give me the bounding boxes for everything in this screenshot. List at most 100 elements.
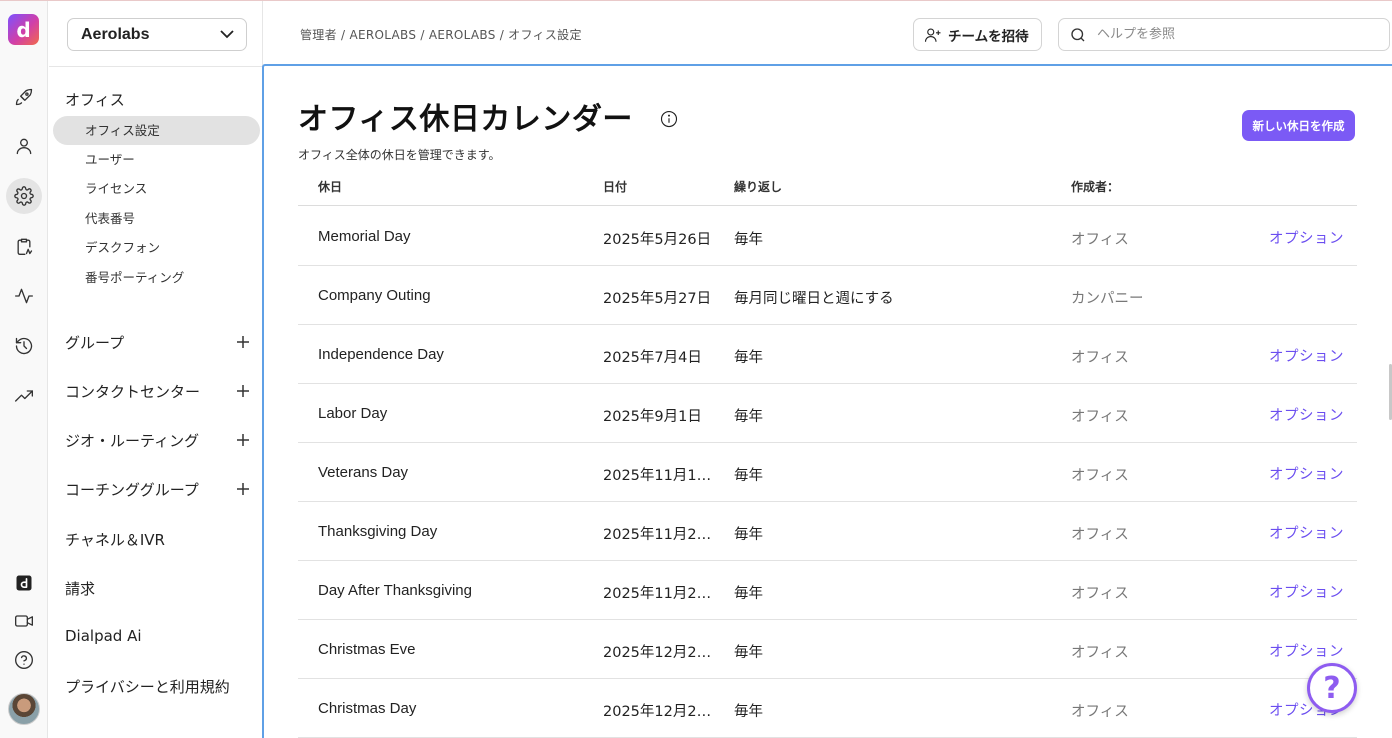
options-link[interactable]: オプション bbox=[1269, 227, 1344, 248]
org-select-value: Aerolabs bbox=[81, 25, 150, 43]
video-icon[interactable] bbox=[6, 603, 42, 639]
holiday-name: Day After Thanksgiving bbox=[318, 582, 472, 599]
sidebar: Aerolabs オフィス オフィス設定 ユーザー ライセンス 代表番号 デスク… bbox=[49, 1, 263, 738]
holiday-repeat: 毎年 bbox=[734, 409, 763, 425]
column-header-repeat[interactable]: 繰り返し bbox=[734, 178, 782, 195]
options-link[interactable]: オプション bbox=[1269, 345, 1344, 366]
holiday-date: 2025年11月28日 bbox=[603, 586, 719, 602]
holiday-repeat: 毎年 bbox=[734, 468, 763, 484]
sidebar-scroll-fade bbox=[109, 297, 189, 305]
holiday-date: 2025年7月4日 bbox=[603, 350, 702, 366]
sidebar-item-main-number[interactable]: 代表番号 bbox=[53, 204, 260, 233]
options-link[interactable]: オプション bbox=[1269, 522, 1344, 543]
holiday-date: 2025年9月1日 bbox=[603, 409, 702, 425]
help-search-input[interactable] bbox=[1097, 27, 1357, 42]
sidebar-section-contact-center[interactable]: コンタクトセンター bbox=[65, 381, 200, 402]
gear-icon[interactable] bbox=[6, 178, 42, 214]
holiday-created-by: オフィス bbox=[1071, 586, 1129, 602]
holiday-name: Labor Day bbox=[318, 405, 388, 422]
sidebar-section-billing[interactable]: 請求 bbox=[65, 578, 95, 599]
holiday-name: Thanksgiving Day bbox=[318, 523, 438, 540]
options-link[interactable]: オプション bbox=[1269, 463, 1344, 484]
holiday-repeat: 毎年 bbox=[734, 350, 763, 366]
table-row[interactable]: Veterans Day 2025年11月11日 毎年 オフィス オプション bbox=[298, 443, 1357, 502]
add-contact-center-plus-icon[interactable] bbox=[235, 383, 251, 399]
sidebar-section-groups[interactable]: グループ bbox=[65, 332, 124, 353]
holiday-created-by: オフィス bbox=[1071, 468, 1129, 484]
sidebar-divider bbox=[49, 66, 263, 67]
column-header-created-by[interactable]: 作成者： bbox=[1071, 178, 1119, 195]
column-header-date[interactable]: 日付 bbox=[603, 178, 627, 195]
options-link[interactable]: オプション bbox=[1269, 640, 1344, 661]
activity-icon[interactable] bbox=[6, 278, 42, 314]
table-row[interactable]: Christmas Eve 2025年12月24日 毎年 オフィス オプション bbox=[298, 620, 1357, 679]
help-icon[interactable] bbox=[6, 642, 42, 678]
holiday-repeat: 毎月同じ曜日と週にする bbox=[734, 291, 894, 307]
holiday-name: Veterans Day bbox=[318, 464, 409, 481]
holiday-date: 2025年12月25日 bbox=[603, 704, 719, 720]
table-row[interactable]: Independence Day 2025年7月4日 毎年 オフィス オプション bbox=[298, 325, 1357, 384]
sidebar-section-geo-routing[interactable]: ジオ・ルーティング bbox=[65, 430, 199, 451]
table-header: 休日 日付 繰り返し 作成者： bbox=[298, 170, 1357, 206]
holiday-date: 2025年11月27日 bbox=[603, 527, 719, 543]
holiday-created-by: カンパニー bbox=[1071, 291, 1144, 307]
table-row[interactable]: Thanksgiving Day 2025年11月27日 毎年 オフィス オプシ… bbox=[298, 502, 1357, 561]
app-window: d Aerolabs オフィス オフィス設定 ユーザー ライセンス 代表番号 デ… bbox=[0, 0, 1392, 738]
table-row[interactable]: Day After Thanksgiving 2025年11月28日 毎年 オフ… bbox=[298, 561, 1357, 620]
table-row[interactable]: Company Outing 2025年5月27日 毎月同じ曜日と週にする カン… bbox=[298, 266, 1357, 325]
clipboard-icon[interactable] bbox=[6, 228, 42, 264]
holiday-repeat: 毎年 bbox=[734, 704, 763, 720]
sidebar-item-users[interactable]: ユーザー bbox=[53, 145, 260, 174]
dialpad-logo-icon[interactable]: d bbox=[8, 14, 39, 45]
sidebar-item-number-porting[interactable]: 番号ポーティング bbox=[53, 263, 260, 292]
column-header-holiday[interactable]: 休日 bbox=[318, 178, 342, 195]
table-row[interactable]: Memorial Day 2025年5月26日 毎年 オフィス オプション bbox=[298, 207, 1357, 266]
user-icon[interactable] bbox=[6, 128, 42, 164]
avatar[interactable] bbox=[8, 693, 40, 725]
table-row[interactable]: Christmas Day 2025年12月25日 毎年 オフィス オプション bbox=[298, 679, 1357, 738]
sidebar-section-channels-ivr[interactable]: チャネル＆IVR bbox=[65, 529, 165, 550]
rocket-icon[interactable] bbox=[6, 79, 42, 115]
sidebar-item-office-settings[interactable]: オフィス設定 bbox=[53, 116, 260, 145]
help-fab-button[interactable]: ? bbox=[1307, 663, 1357, 713]
sidebar-section-office[interactable]: オフィス bbox=[65, 89, 125, 110]
holiday-created-by: オフィス bbox=[1071, 704, 1129, 720]
sidebar-section-privacy-terms[interactable]: プライバシーと利用規約 bbox=[65, 676, 230, 697]
table-row[interactable]: Labor Day 2025年9月1日 毎年 オフィス オプション bbox=[298, 384, 1357, 443]
trending-icon[interactable] bbox=[6, 378, 42, 414]
holiday-created-by: オフィス bbox=[1071, 645, 1129, 661]
chevron-down-icon bbox=[220, 30, 234, 39]
holiday-date: 2025年11月11日 bbox=[603, 468, 719, 484]
holiday-repeat: 毎年 bbox=[734, 586, 763, 602]
user-plus-icon bbox=[924, 27, 941, 42]
sidebar-item-desk-phones[interactable]: デスクフォン bbox=[53, 233, 260, 262]
help-search[interactable] bbox=[1058, 18, 1390, 51]
add-group-plus-icon[interactable] bbox=[235, 334, 251, 350]
sidebar-item-licenses[interactable]: ライセンス bbox=[53, 174, 260, 203]
search-icon bbox=[1071, 27, 1085, 41]
dialpad-app-icon[interactable] bbox=[6, 565, 42, 601]
sidebar-section-dialpad-ai[interactable]: Dialpad Ai bbox=[65, 627, 142, 645]
holiday-created-by: オフィス bbox=[1071, 232, 1129, 248]
info-icon[interactable] bbox=[660, 110, 678, 128]
invite-team-button[interactable]: チームを招待 bbox=[913, 18, 1042, 51]
org-select[interactable]: Aerolabs bbox=[67, 18, 247, 51]
holiday-date: 2025年12月24日 bbox=[603, 645, 719, 661]
left-rail: d bbox=[0, 1, 48, 738]
create-holiday-button[interactable]: 新しい休日を作成 bbox=[1242, 110, 1355, 141]
page-title: オフィス休日カレンダー bbox=[298, 102, 633, 137]
holiday-name: Company Outing bbox=[318, 287, 431, 304]
holiday-date: 2025年5月26日 bbox=[603, 232, 712, 248]
top-header: 管理者 / AEROLABS / AEROLABS / オフィス設定 チームを招… bbox=[264, 1, 1392, 64]
options-link[interactable]: オプション bbox=[1269, 404, 1344, 425]
options-link[interactable]: オプション bbox=[1269, 581, 1344, 602]
holiday-name: Independence Day bbox=[318, 346, 444, 363]
invite-team-label: チームを招待 bbox=[948, 28, 1029, 45]
add-coaching-group-plus-icon[interactable] bbox=[235, 481, 251, 497]
holiday-name: Christmas Eve bbox=[318, 641, 416, 658]
history-icon[interactable] bbox=[6, 328, 42, 364]
add-geo-routing-plus-icon[interactable] bbox=[235, 432, 251, 448]
holiday-date: 2025年5月27日 bbox=[603, 291, 712, 307]
holiday-repeat: 毎年 bbox=[734, 645, 763, 661]
sidebar-section-coaching-groups[interactable]: コーチンググループ bbox=[65, 479, 199, 500]
